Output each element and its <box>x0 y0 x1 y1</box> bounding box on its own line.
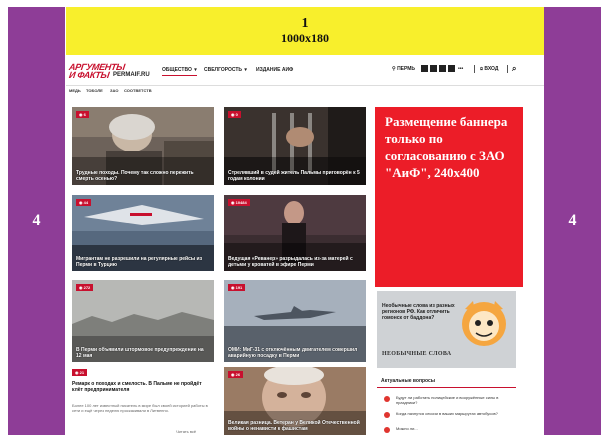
login-link[interactable]: ⍝ ВХОД <box>480 66 498 72</box>
site-logo[interactable]: АРГУМЕНТЫ И ФАКТЫ PERMAIF.RU <box>68 62 155 80</box>
ad-placeholder-text: Размещение баннера только по согласовани… <box>385 114 508 180</box>
facebook-icon[interactable] <box>448 65 455 72</box>
promo-footer: НЕОБЫЧНЫЕ СЛОВА <box>382 351 452 357</box>
question-item[interactable]: Будут ли работать полицейские и вооружён… <box>384 395 514 407</box>
bullet-icon <box>384 396 390 402</box>
news-title: ОМИ: МиГ-31 с отключённым двигателем сов… <box>228 347 358 359</box>
bullet-icon <box>384 412 390 418</box>
location-pin-icon: ⚲ <box>392 66 396 72</box>
news-description: Более 100 лет известный писатель в мире … <box>72 403 208 413</box>
question-item[interactable]: Когда начнутся сессии в ваших маршрутах … <box>384 411 514 423</box>
nav-item-news[interactable]: СВЕЛГОРОСТЬ ▾ <box>204 67 247 73</box>
questions-divider <box>377 387 516 388</box>
news-title: Трудные походы. Почему так сложно пережи… <box>76 170 194 182</box>
more-dots: ••• <box>458 66 464 72</box>
ok-icon[interactable] <box>430 65 437 72</box>
news-card[interactable]: ◉ 191 ОМИ: МиГ-31 с отключённым двигател… <box>224 280 366 362</box>
right-side-label: 4 <box>568 212 577 229</box>
views-badge: ◉ 10484 <box>228 199 250 206</box>
right-side-banner[interactable]: 4 <box>544 7 601 435</box>
logo-line2: И ФАКТЫ <box>68 70 110 80</box>
nav-label: СВЕЛГОРОСТЬ <box>204 67 243 73</box>
news-card[interactable]: ◉ 0 Стрелявший в судей житель Пальмы при… <box>224 107 366 185</box>
site-header: АРГУМЕНТЫ И ФАКТЫ PERMAIF.RU ОБЩЕСТВО ▾ … <box>66 62 544 82</box>
question-text: Когда начнутся сессии в ваших маршрутах … <box>396 411 498 416</box>
vk-icon[interactable] <box>421 65 428 72</box>
logo-region: PERMAIF.RU <box>113 72 150 78</box>
ad-placeholder-240x400[interactable]: Размещение баннера только по согласовани… <box>375 107 523 287</box>
read-more-link[interactable]: Читать всё <box>176 429 196 434</box>
news-card[interactable]: ◉ 272 В Перми объявили штормовое предупр… <box>72 280 214 362</box>
news-card[interactable]: ◉ 6 Трудные походы. Почему так сложно пе… <box>72 107 214 185</box>
question-item[interactable]: Можно ли... <box>384 426 514 435</box>
views-badge: ◉ 272 <box>76 284 94 291</box>
subnav-item[interactable]: МЕДЬ <box>69 88 81 93</box>
views-badge: ◉ 6 <box>76 111 89 118</box>
views-badge: ◉ 44 <box>76 199 92 206</box>
views-count: 44 <box>83 200 89 205</box>
city-selector[interactable]: ⚲ ПЕРМЬ <box>392 66 415 72</box>
subnav-item[interactable]: СООТВЕТСТВ <box>124 88 152 93</box>
sub-navigation: МЕДЬ ТОБОЛЕ ЗАО СООТВЕТСТВ <box>66 85 544 95</box>
search-icon[interactable]: ⌕ <box>512 64 516 74</box>
promo-title: Необычные слова из разных регионов РФ. К… <box>382 303 455 321</box>
news-title: Ведущая «Реванер» разрыдалась из-за мате… <box>228 256 353 268</box>
nav-item-society[interactable]: ОБЩЕСТВО ▾ <box>162 67 197 76</box>
top-banner[interactable]: 1 1000x180 <box>66 7 544 55</box>
site-content: АРГУМЕНТЫ И ФАКТЫ PERMAIF.RU ОБЩЕСТВО ▾ … <box>66 55 544 435</box>
divider <box>507 65 508 73</box>
subnav-item[interactable]: ТОБОЛЕ <box>86 88 103 93</box>
views-count: 0 <box>235 112 238 117</box>
news-card[interactable]: ◉ 26 Великая разница. Ветеран у Великой … <box>224 367 366 435</box>
news-title: Великая разница. Ветеран у Великой Отече… <box>228 420 360 432</box>
chevron-down-icon: ▾ <box>194 67 197 73</box>
views-count: 6 <box>83 112 86 117</box>
news-title: Стрелявший в судей житель Пальмы пригово… <box>228 170 360 182</box>
login-label: ВХОД <box>484 66 499 72</box>
more-menu[interactable]: ••• <box>458 66 463 72</box>
question-text: Будут ли работать полицейские и вооружён… <box>396 395 499 405</box>
page-root: 4 4 1 1000x180 АРГУМЕНТЫ И ФАКТЫ PERMAIF… <box>0 0 609 435</box>
text-news-card[interactable]: ◉ 21 Ремарк о походах и смелость. В Паль… <box>72 369 210 435</box>
divider <box>474 65 475 73</box>
subnav-item[interactable]: ЗАО <box>110 88 118 93</box>
nav-label: ИЗДАНИЕ АИФ <box>256 67 294 73</box>
views-count: 26 <box>235 372 241 377</box>
views-count: 10484 <box>235 200 247 205</box>
views-count: 191 <box>235 285 243 290</box>
views-count: 272 <box>83 285 91 290</box>
nav-item-edition[interactable]: ИЗДАНИЕ АИФ <box>256 67 293 73</box>
bullet-icon <box>384 427 390 433</box>
user-icon: ⍝ <box>480 66 484 72</box>
promo-card[interactable]: Необычные слова из разных регионов РФ. К… <box>377 291 516 368</box>
views-count: 21 <box>79 370 85 375</box>
question-text: Можно ли... <box>396 426 418 431</box>
left-side-banner[interactable]: 4 <box>8 7 65 435</box>
views-badge: ◉ 26 <box>228 371 244 378</box>
news-card[interactable]: ◉ 44 Мигрантам не разрешили на регулярны… <box>72 195 214 271</box>
left-side-label: 4 <box>32 212 41 229</box>
telegram-icon[interactable] <box>439 65 446 72</box>
news-title: Ремарк о походах и смелость. В Пальме не… <box>72 381 202 393</box>
questions-heading: Актуальные вопросы <box>381 378 436 384</box>
chevron-down-icon: ▾ <box>244 67 247 73</box>
news-title: В Перми объявили штормовое предупреждени… <box>76 347 204 359</box>
news-title: Мигрантам не разрешили на регулярные рей… <box>76 256 203 268</box>
top-banner-size: 1000x180 <box>281 31 329 45</box>
news-card[interactable]: ◉ 10484 Ведущая «Реванер» разрыдалась из… <box>224 195 366 271</box>
top-banner-number: 1 <box>301 16 309 31</box>
views-badge: ◉ 191 <box>228 284 246 291</box>
city-label: ПЕРМЬ <box>397 66 416 72</box>
views-badge: ◉ 0 <box>228 111 241 118</box>
views-badge: ◉ 21 <box>72 369 88 376</box>
nav-label: ОБЩЕСТВО <box>162 67 192 73</box>
